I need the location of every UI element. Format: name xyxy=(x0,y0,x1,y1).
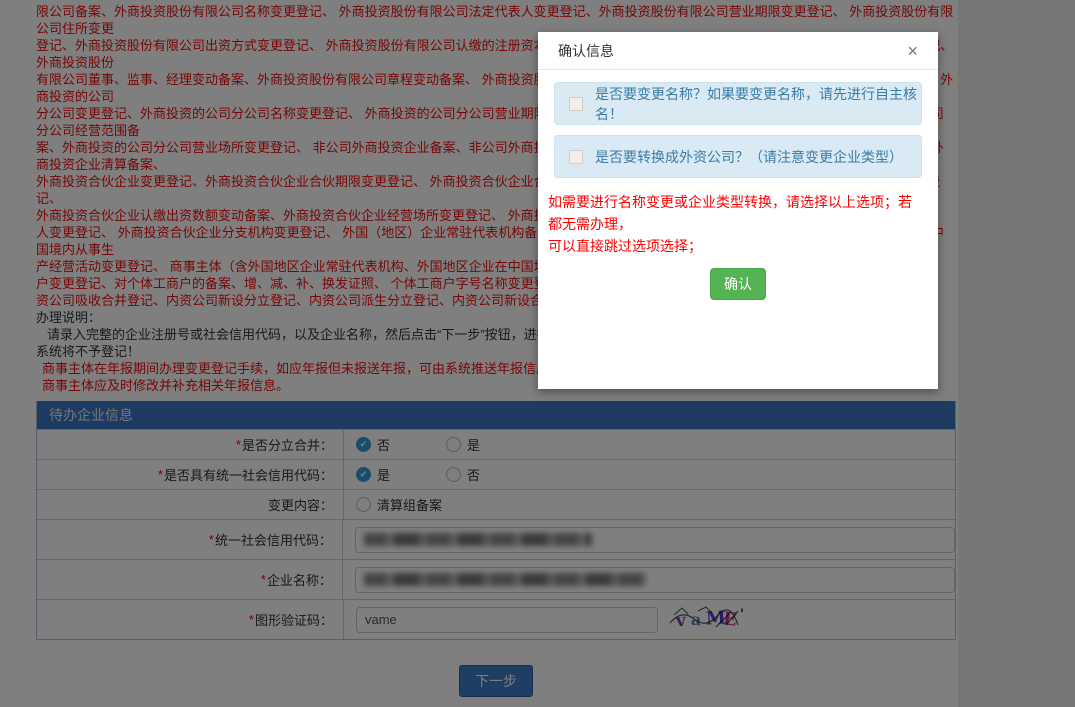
option-convert-foreign[interactable]: 是否要转换成外资公司？（请注意变更企业类型） xyxy=(554,135,922,178)
dialog-header: 确认信息 × xyxy=(538,32,938,70)
option-change-name[interactable]: 是否要变更名称？如果要变更名称，请先进行自主核名！ xyxy=(554,82,922,125)
dialog-title: 确认信息 xyxy=(558,41,614,61)
checkbox-convert-foreign[interactable] xyxy=(569,150,583,164)
modal-notice-line: 如需要进行名称变更或企业类型转换，请选择以上选项；若都无需办理， xyxy=(548,191,922,235)
checkbox-change-name[interactable] xyxy=(569,97,583,111)
modal-notice-line: 可以直接跳过选项选择； xyxy=(548,235,922,257)
option-label: 是否要转换成外资公司？（请注意变更企业类型） xyxy=(595,147,903,167)
option-label: 是否要变更名称？如果要变更名称，请先进行自主核名！ xyxy=(595,84,921,124)
modal-notice-text: 如需要进行名称变更或企业类型转换，请选择以上选项；若都无需办理， 可以直接跳过选… xyxy=(548,191,922,257)
confirm-button[interactable]: 确认 xyxy=(710,268,766,300)
confirm-info-dialog: 确认信息 × 是否要变更名称？如果要变更名称，请先进行自主核名！ 是否要转换成外… xyxy=(538,32,938,389)
close-icon[interactable]: × xyxy=(907,42,918,60)
